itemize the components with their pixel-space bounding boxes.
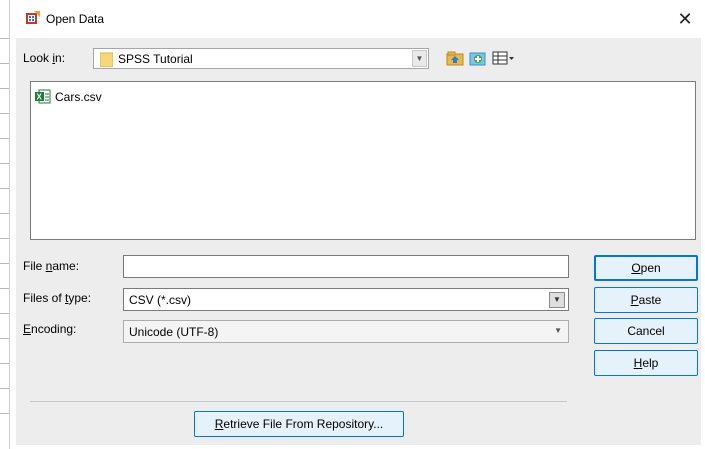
retrieve-from-repository-button[interactable]: Retrieve File From Repository... bbox=[194, 411, 404, 437]
separator-line bbox=[30, 401, 567, 402]
files-of-type-value: CSV (*.csv) bbox=[129, 293, 192, 307]
encoding-label: Encoding: bbox=[23, 322, 77, 336]
row-line bbox=[0, 88, 9, 89]
row-line bbox=[0, 413, 9, 414]
file-name: Cars.csv bbox=[55, 90, 102, 104]
row-line bbox=[0, 238, 9, 239]
look-in-value: SPSS Tutorial bbox=[118, 52, 193, 66]
open-data-dialog: Open Data ✕ Look in: SPSS Tutorial ▼ X C… bbox=[12, 0, 705, 449]
row-line bbox=[0, 188, 9, 189]
encoding-select[interactable]: Unicode (UTF-8) ▼ bbox=[123, 320, 569, 343]
spss-app-icon bbox=[25, 10, 41, 26]
new-folder-icon[interactable] bbox=[469, 49, 487, 67]
look-in-label: Look in: bbox=[23, 51, 66, 65]
open-button[interactable]: Open bbox=[594, 255, 698, 281]
close-button[interactable]: ✕ bbox=[665, 0, 705, 38]
window-title: Open Data bbox=[46, 12, 105, 26]
row-line bbox=[0, 288, 9, 289]
svg-text:X: X bbox=[37, 93, 43, 102]
row-line bbox=[0, 363, 9, 364]
dialog-body: Look in: SPSS Tutorial ▼ X Cars.csv File… bbox=[16, 38, 701, 445]
file-name-input[interactable] bbox=[123, 255, 569, 278]
chevron-down-icon[interactable]: ▼ bbox=[549, 292, 565, 308]
title-bar[interactable]: Open Data ✕ bbox=[12, 0, 705, 38]
files-of-type-label: Files of type: bbox=[23, 291, 92, 305]
cancel-button[interactable]: Cancel bbox=[594, 318, 698, 344]
chevron-down-icon[interactable]: ▼ bbox=[554, 326, 562, 335]
csv-file-icon: X bbox=[35, 89, 51, 104]
chevron-down-icon[interactable]: ▼ bbox=[412, 50, 427, 67]
file-name-label: File name: bbox=[23, 259, 80, 273]
files-of-type-select[interactable]: CSV (*.csv) ▼ bbox=[123, 288, 569, 311]
row-line bbox=[0, 113, 9, 114]
row-line bbox=[0, 338, 9, 339]
file-list[interactable]: X Cars.csv bbox=[30, 81, 696, 240]
row-line bbox=[0, 388, 9, 389]
paste-button[interactable]: Paste bbox=[594, 287, 698, 313]
row-line bbox=[0, 213, 9, 214]
row-line bbox=[0, 263, 9, 264]
row-line bbox=[0, 313, 9, 314]
up-folder-icon[interactable] bbox=[446, 49, 464, 67]
row-line bbox=[0, 163, 9, 164]
row-line bbox=[0, 63, 9, 64]
encoding-value: Unicode (UTF-8) bbox=[129, 325, 219, 339]
file-name-field[interactable] bbox=[124, 256, 568, 277]
row-line bbox=[0, 38, 9, 39]
view-menu-icon[interactable] bbox=[492, 49, 516, 67]
help-button[interactable]: Help bbox=[594, 350, 698, 376]
look-in-combobox[interactable]: SPSS Tutorial ▼ bbox=[93, 48, 429, 69]
strip-border bbox=[9, 0, 10, 449]
row-line bbox=[0, 138, 9, 139]
folder-icon bbox=[99, 52, 114, 68]
